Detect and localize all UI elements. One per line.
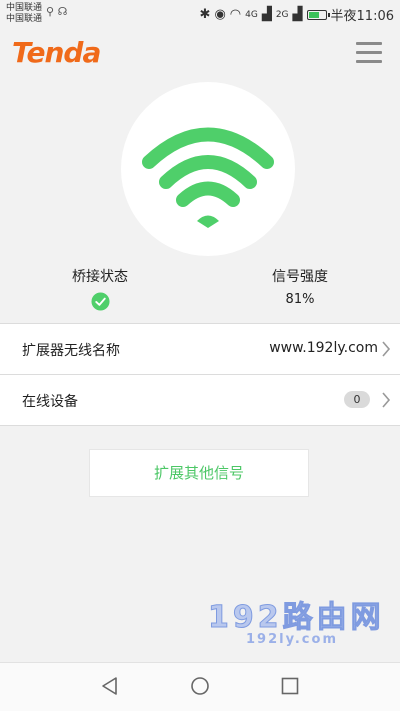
status-icons: ✱ ◉ ◠ 4G ▟ 2G ▟ 半夜11:06 <box>200 5 394 24</box>
signal-strength-label: 信号强度 <box>272 269 328 285</box>
watermark-url: 192ly.com <box>246 632 338 647</box>
tenda-logo: Tenda <box>12 36 101 69</box>
wifi-signal-circle <box>121 82 295 256</box>
home-icon[interactable] <box>190 676 210 696</box>
eye-icon: ◉ <box>214 7 226 22</box>
signal-strength-value: 81% <box>285 292 315 307</box>
chevron-right-icon <box>382 392 391 408</box>
back-icon[interactable] <box>100 676 120 696</box>
system-nav-bar <box>0 662 400 711</box>
row-wireless-name[interactable]: 扩展器无线名称 www.192ly.com <box>0 323 400 374</box>
carrier-info: 中国联通 中国联通 <box>6 3 42 25</box>
bridge-status: 桥接状态 <box>30 266 170 315</box>
device-count-badge: 0 <box>344 391 370 408</box>
hamburger-menu-icon[interactable] <box>356 42 382 64</box>
wireless-name-value: www.192ly.com <box>269 340 378 356</box>
carrier-1: 中国联通 <box>6 3 43 13</box>
signal-1-icon: ▟ <box>261 7 272 22</box>
signal-2-icon: ▟ <box>292 7 303 22</box>
signal-strength: 信号强度 81% <box>230 266 370 307</box>
app-header: Tenda <box>0 28 400 80</box>
clock: 半夜11:06 <box>330 9 394 24</box>
battery-icon <box>306 9 330 20</box>
network-2-label: 2G <box>275 9 289 20</box>
bluetooth-icon: ✱ <box>199 7 211 22</box>
row-label: 在线设备 <box>22 394 78 410</box>
carrier-2: 中国联通 <box>6 14 43 24</box>
extend-other-signal-button[interactable]: 扩展其他信号 <box>89 449 309 497</box>
notification-icons: ⚲ ☊ <box>46 5 67 18</box>
status-bar: 中国联通 中国联通 ⚲ ☊ ✱ ◉ ◠ 4G ▟ 2G ▟ 半夜11:06 <box>0 0 400 28</box>
settings-list: 扩展器无线名称 www.192ly.com 在线设备 0 <box>0 323 400 426</box>
wifi-status-icon: ◠ <box>229 7 242 22</box>
wifi-icon <box>142 127 274 228</box>
headset-icon: ☊ <box>57 5 68 18</box>
bridge-status-label: 桥接状态 <box>72 269 128 285</box>
chevron-right-icon <box>382 341 391 357</box>
watermark-title: 192路由网 <box>208 600 385 636</box>
row-label: 扩展器无线名称 <box>22 343 120 359</box>
usb-icon: ⚲ <box>46 5 55 18</box>
check-icon <box>90 292 110 311</box>
row-online-devices[interactable]: 在线设备 0 <box>0 374 400 426</box>
recents-icon[interactable] <box>280 676 300 696</box>
network-1-label: 4G <box>245 9 258 20</box>
